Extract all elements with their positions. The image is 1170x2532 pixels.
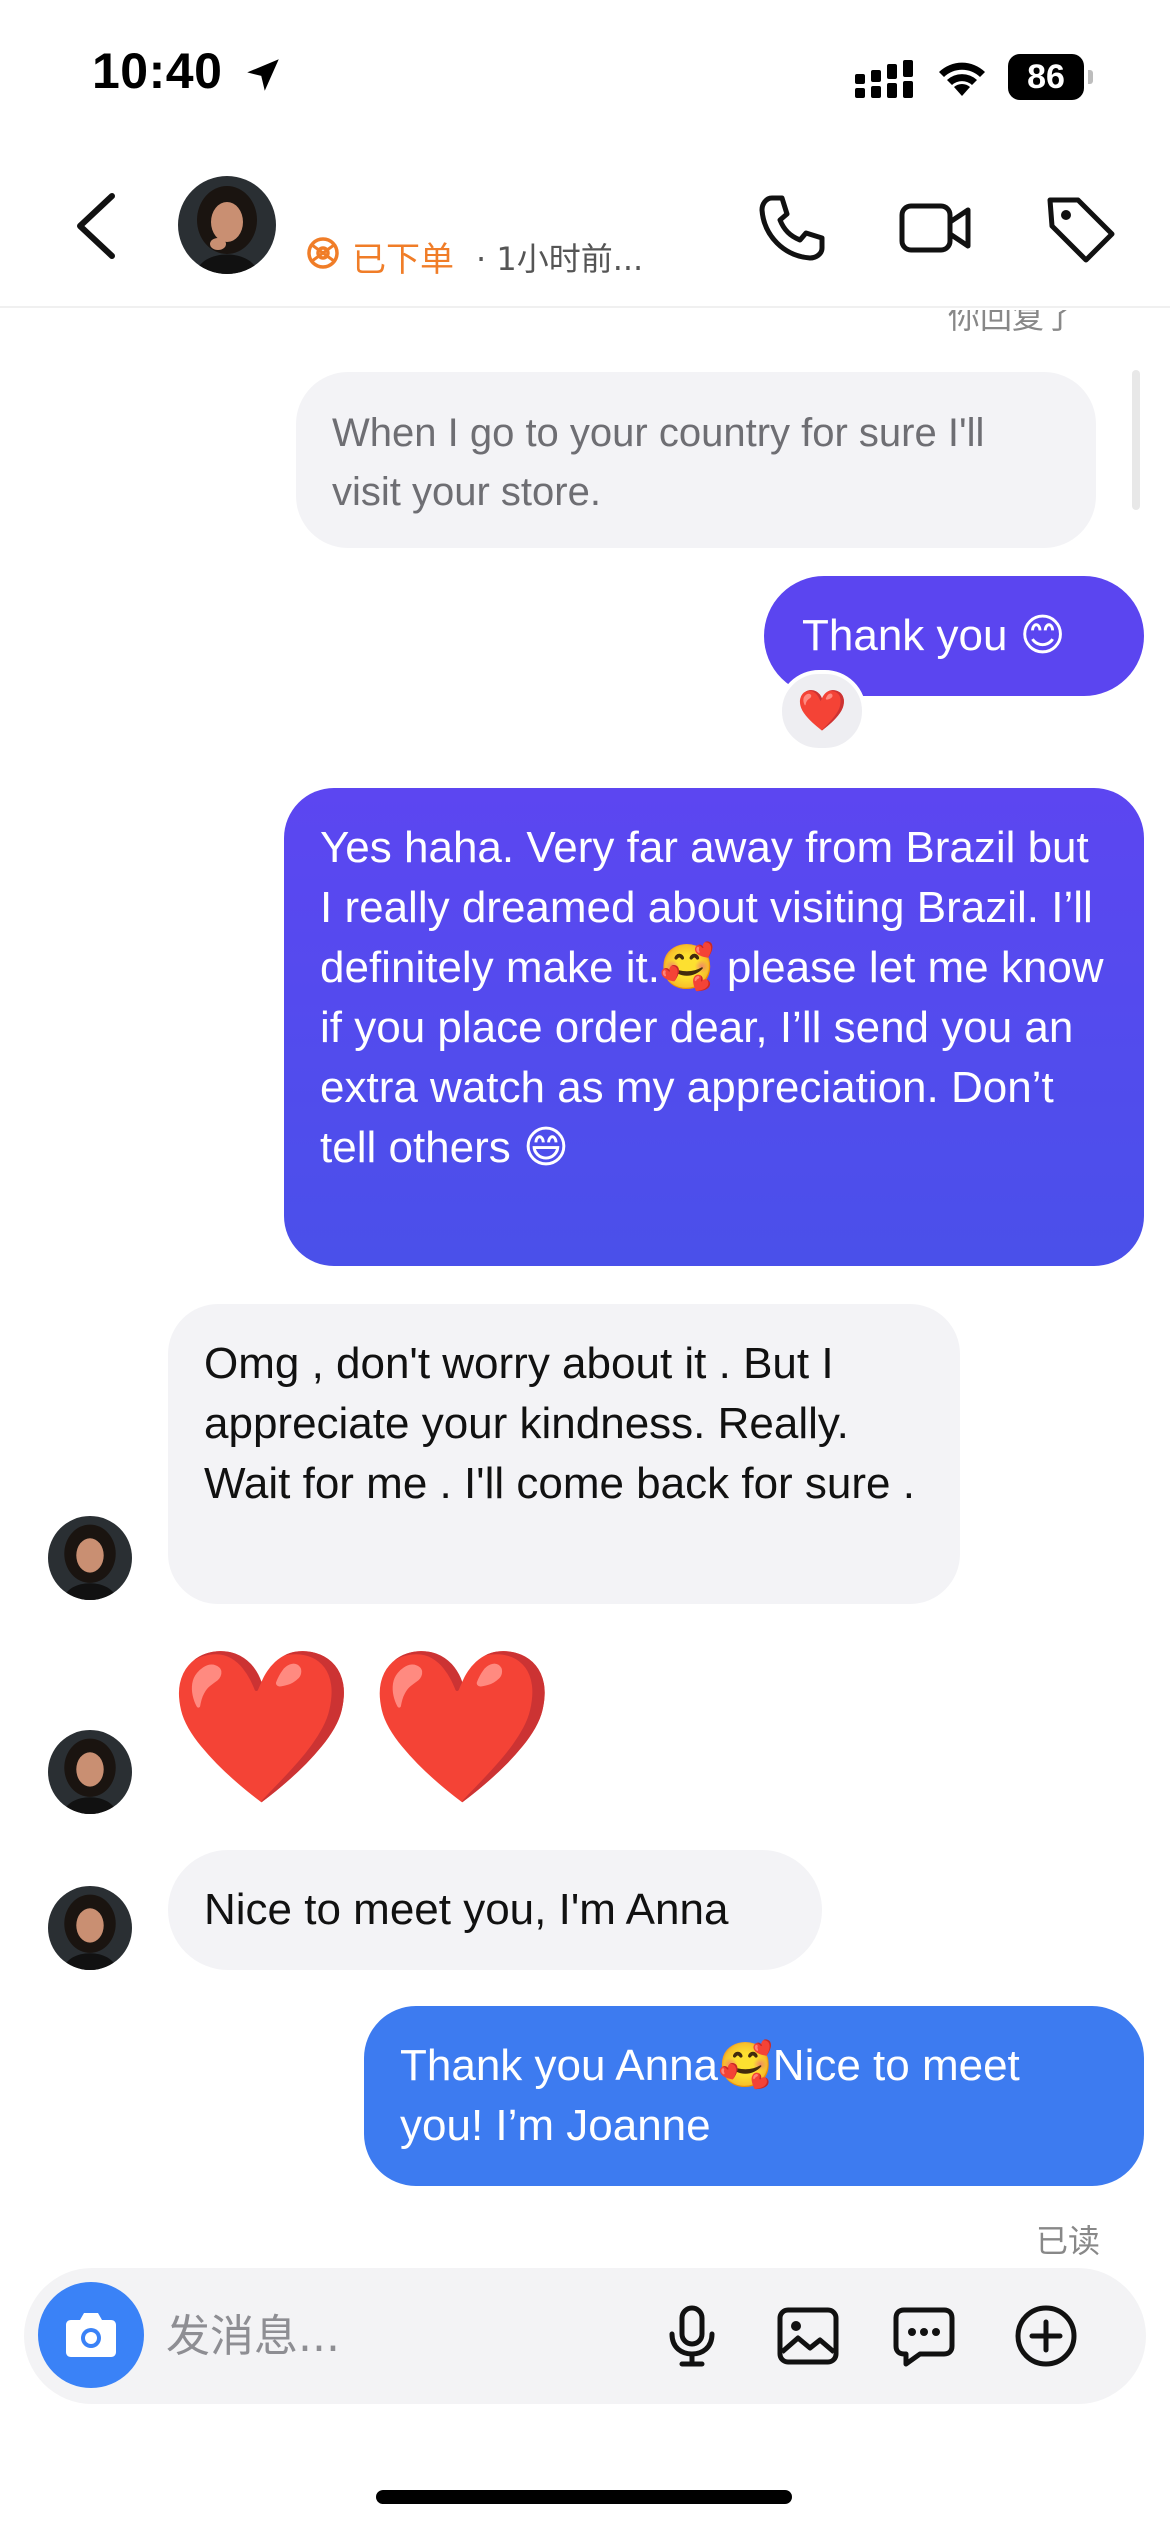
reply-indicator: 你回复了 [948,310,1077,336]
camera-button[interactable] [38,2282,144,2388]
chat-header: 已下单 · 1小时前... [0,150,1170,308]
camera-icon [66,2313,116,2357]
outgoing-message[interactable]: Yes haha. Very far away from Brazil but … [284,788,1144,1266]
last-seen-label: · 1小时前... [476,240,644,278]
location-arrow-icon [247,59,279,91]
outgoing-message[interactable]: Thank you Anna🥰Nice to meet you! I’m Joa… [364,2006,1144,2186]
contact-avatar[interactable] [48,1886,132,1970]
video-call-icon[interactable] [896,188,976,268]
contact-avatar[interactable] [48,1730,132,1814]
incoming-message[interactable]: Omg , don't worry about it . But I appre… [168,1304,960,1604]
image-icon[interactable] [774,2302,842,2370]
order-status-label: 已下单 [352,240,454,280]
microphone-icon[interactable] [658,2302,726,2370]
status-bar: 10:40 86 [0,0,1170,150]
tag-icon[interactable] [1040,188,1120,268]
contact-avatar[interactable] [48,1516,132,1600]
hearts-message[interactable]: ❤️❤️ [168,1646,570,1806]
message-composer [24,2268,1146,2404]
contact-avatar[interactable] [178,176,276,274]
heart-reaction[interactable]: ❤️ [778,670,866,752]
quick-reply-icon[interactable] [890,2302,958,2370]
phone-call-icon[interactable] [752,188,832,268]
battery-level: 86 [1027,58,1065,96]
read-receipt: 已读 [1036,2222,1101,2260]
plus-icon[interactable] [1012,2302,1080,2370]
quoted-message[interactable]: When I go to your country for sure I'll … [296,372,1096,548]
status-time: 10:40 [92,43,223,99]
back-icon[interactable] [68,190,124,262]
wifi-icon [939,62,985,96]
incoming-message[interactable]: Nice to meet you, I'm Anna [168,1850,822,1970]
message-input[interactable] [166,2296,566,2376]
order-status-icon [307,237,339,269]
message-list[interactable]: 你回复了 When I go to your country for sure … [0,310,1170,2270]
home-indicator[interactable] [376,2490,792,2504]
scrollbar[interactable] [1132,370,1140,510]
battery-indicator: 86 [1008,54,1093,100]
cellular-signal-icon [855,60,913,98]
